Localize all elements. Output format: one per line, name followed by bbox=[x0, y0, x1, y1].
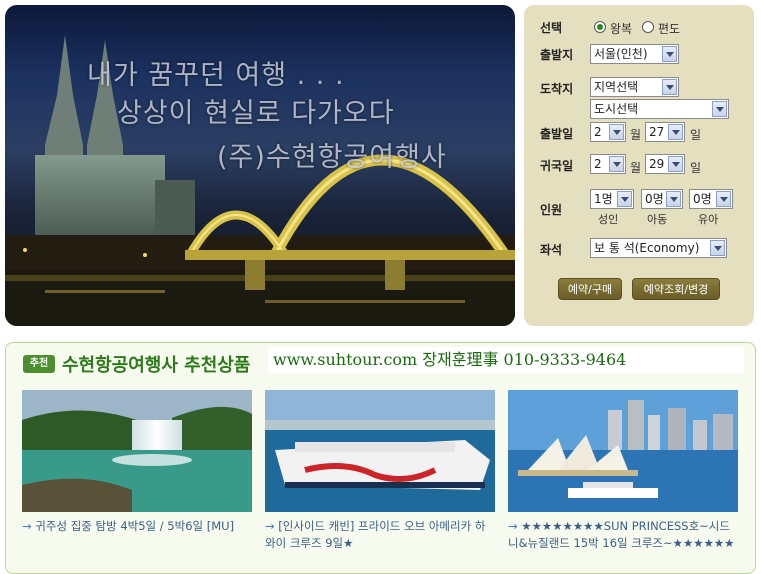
out-month-unit: 월 bbox=[630, 128, 642, 142]
ret-month-select[interactable]: 2 bbox=[590, 154, 626, 174]
chevron-down-icon bbox=[609, 156, 624, 172]
sydney-opera-house-photo bbox=[508, 390, 738, 512]
depart-value: 서울(인천) bbox=[594, 47, 648, 61]
hero-caption-3: (주)수현항공여행사 bbox=[217, 142, 447, 173]
ret-day-select[interactable]: 29 bbox=[645, 154, 685, 174]
product-thumbnail[interactable] bbox=[22, 390, 252, 512]
oneway-label: 편도 bbox=[658, 22, 681, 36]
chevron-down-icon bbox=[668, 124, 683, 140]
out-day-select[interactable]: 27 bbox=[645, 122, 685, 142]
arrow-icon: → bbox=[22, 519, 32, 533]
adult-value: 1명 bbox=[594, 192, 613, 206]
product-text: [인사이드 캐빈] 프라이드 오브 아메리카 하와이 크루즈 9일★ bbox=[265, 519, 486, 550]
child-value: 0명 bbox=[645, 192, 664, 206]
product-text: 귀주성 집중 탐방 4박5일 / 5박6일 [MU] bbox=[35, 519, 235, 533]
cruise-ship-photo bbox=[265, 390, 495, 512]
out-month-select[interactable]: 2 bbox=[590, 122, 626, 142]
product-text: ★★★★★★★★SUN PRINCESS호~시드니&뉴질랜드 15박 16일 크… bbox=[508, 519, 735, 550]
product-card[interactable]: → ★★★★★★★★SUN PRINCESS호~시드니&뉴질랜드 15박 16일… bbox=[508, 390, 738, 552]
out-day-unit: 일 bbox=[690, 128, 702, 142]
ret-day-value: 29 bbox=[649, 157, 665, 171]
recommend-title: 수현항공여행사 추천상품 bbox=[62, 355, 251, 376]
depart-select[interactable]: 서울(인천) bbox=[590, 44, 679, 64]
seat-value: 보 통 석(Economy) bbox=[594, 241, 700, 255]
out-day-value: 27 bbox=[649, 125, 665, 139]
hero-banner: 내가 꿈꾸던 여행 . . . 상상이 현실로 다가오다 (주)수현항공여행사 bbox=[5, 5, 515, 326]
recommend-section: 추천 수현항공여행사 추천상품 www.suhtour.com 장재훈理事 01… bbox=[5, 342, 756, 574]
product-link[interactable]: → 귀주성 집중 탐방 4박5일 / 5박6일 [MU] bbox=[22, 518, 252, 535]
recommend-badge: 추천 bbox=[23, 355, 55, 373]
reserve-button[interactable]: 예약/구매 bbox=[558, 278, 622, 300]
dest-region-select[interactable]: 지역선택 bbox=[590, 77, 679, 97]
chevron-down-icon bbox=[716, 191, 731, 207]
dest-label: 도착지 bbox=[540, 82, 574, 96]
roundtrip-radio[interactable] bbox=[594, 21, 606, 33]
roundtrip-label: 왕복 bbox=[610, 22, 633, 36]
chevron-down-icon bbox=[712, 101, 727, 117]
product-thumbnail[interactable] bbox=[508, 390, 738, 512]
ret-date-label: 귀국일 bbox=[540, 159, 574, 173]
adult-select[interactable]: 1명 bbox=[590, 189, 634, 209]
waterfall-photo bbox=[22, 390, 252, 512]
chevron-down-icon bbox=[668, 156, 683, 172]
adult-label: 성인 bbox=[598, 213, 619, 226]
hero-caption-1: 내가 꿈꾸던 여행 . . . bbox=[87, 60, 345, 91]
dest-city-value: 도시선택 bbox=[594, 102, 639, 116]
infant-label: 유아 bbox=[698, 213, 719, 226]
chevron-down-icon bbox=[662, 79, 677, 95]
child-label: 아동 bbox=[647, 213, 668, 226]
chevron-down-icon bbox=[710, 240, 725, 256]
pax-label: 인원 bbox=[540, 203, 563, 217]
product-thumbnail[interactable] bbox=[265, 390, 495, 512]
dest-region-value: 지역선택 bbox=[594, 80, 639, 94]
product-card[interactable]: → [인사이드 캐빈] 프라이드 오브 아메리카 하와이 크루즈 9일★ bbox=[265, 390, 495, 552]
ret-month-value: 2 bbox=[594, 157, 602, 171]
infant-value: 0명 bbox=[693, 192, 712, 206]
ret-month-unit: 월 bbox=[630, 161, 642, 175]
contact-info: www.suhtour.com 장재훈理事 010-9333-9464 bbox=[268, 347, 744, 373]
product-link[interactable]: → ★★★★★★★★SUN PRINCESS호~시드니&뉴질랜드 15박 16일… bbox=[508, 518, 738, 552]
arrow-icon: → bbox=[508, 519, 518, 533]
trip-type-label: 선택 bbox=[540, 21, 563, 35]
chevron-down-icon bbox=[662, 46, 677, 62]
product-link[interactable]: → [인사이드 캐빈] 프라이드 오브 아메리카 하와이 크루즈 9일★ bbox=[265, 518, 495, 552]
infant-select[interactable]: 0명 bbox=[689, 189, 733, 209]
chevron-down-icon bbox=[617, 191, 632, 207]
hero-caption-2: 상상이 현실로 다가오다 bbox=[117, 98, 395, 129]
seat-select[interactable]: 보 통 석(Economy) bbox=[590, 238, 727, 258]
out-month-value: 2 bbox=[594, 125, 602, 139]
out-date-label: 출발일 bbox=[540, 127, 574, 141]
oneway-radio[interactable] bbox=[642, 21, 654, 33]
depart-label: 출발지 bbox=[540, 48, 574, 62]
ret-day-unit: 일 bbox=[690, 161, 702, 175]
arrow-icon: → bbox=[265, 519, 275, 533]
dest-city-select[interactable]: 도시선택 bbox=[590, 99, 729, 119]
booking-panel: 선택 왕복 편도 출발지 서울(인천) 도착지 지역선택 도시선택 출발일 2 … bbox=[524, 5, 754, 326]
lookup-button[interactable]: 예약조회/변경 bbox=[632, 278, 720, 300]
chevron-down-icon bbox=[666, 191, 681, 207]
seat-label: 좌석 bbox=[540, 243, 563, 257]
child-select[interactable]: 0명 bbox=[641, 189, 683, 209]
product-card[interactable]: → 귀주성 집중 탐방 4박5일 / 5박6일 [MU] bbox=[22, 390, 252, 535]
chevron-down-icon bbox=[609, 124, 624, 140]
